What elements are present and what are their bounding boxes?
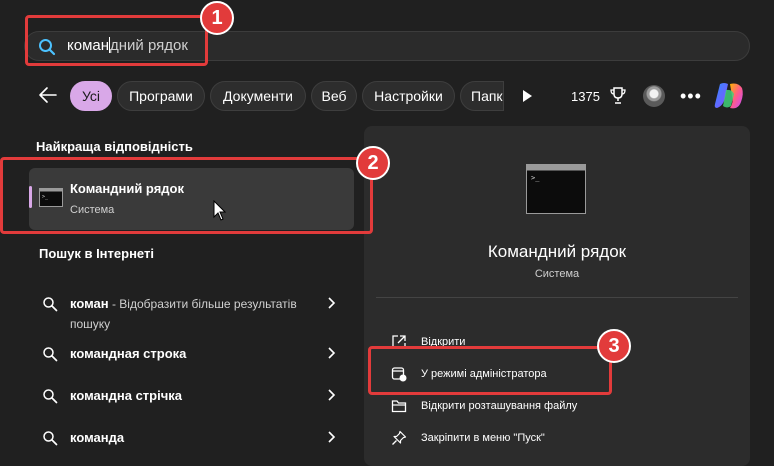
svg-text:>_: >_ [531, 174, 540, 182]
pin-icon [392, 430, 407, 445]
preview-app-name: Командний рядок [487, 242, 627, 261]
command-prompt-large-icon: >_ [526, 164, 586, 214]
web-suggestion-query: команда [70, 430, 125, 445]
step-badge-1: 1 [200, 1, 234, 35]
play-icon[interactable] [520, 89, 534, 103]
chevron-right-icon [328, 389, 336, 401]
back-arrow-icon[interactable] [38, 86, 58, 104]
step-badge-3: 3 [597, 329, 631, 363]
chevron-right-icon [328, 347, 336, 359]
chip-web[interactable]: Веб [311, 81, 357, 111]
action-label: Відкрити розташування файлу [421, 400, 578, 412]
trophy-icon[interactable] [609, 86, 627, 106]
web-suggestion-query: командная строка [70, 346, 187, 361]
divider [376, 297, 738, 298]
web-search-heading: Пошук в Інтернеті [39, 246, 154, 261]
avatar[interactable] [643, 85, 665, 107]
web-suggestion-query: командна стрічка [70, 388, 183, 403]
highlight-box-run-as-admin [368, 346, 612, 395]
search-icon [43, 389, 58, 404]
step-badge-2: 2 [356, 146, 390, 180]
chevron-right-icon [328, 431, 336, 443]
web-suggestion-query: коман [70, 296, 109, 311]
chip-folders[interactable]: Папк [460, 81, 504, 111]
search-icon [43, 431, 58, 446]
search-icon [43, 347, 58, 362]
copilot-icon[interactable] [712, 80, 746, 112]
rewards-points: 1375 [571, 89, 600, 104]
preview-app-subtitle: Система [534, 268, 580, 280]
chip-settings[interactable]: Настройки [362, 81, 455, 111]
folder-icon [391, 400, 407, 413]
chip-all[interactable]: Усі [70, 81, 112, 111]
web-suggestion-text: коман - Відобразити більше результатів п… [70, 294, 310, 334]
highlight-box-search [25, 15, 208, 66]
more-options-icon[interactable]: ••• [680, 86, 702, 107]
search-icon [43, 297, 58, 312]
chevron-right-icon [328, 297, 336, 309]
chip-documents[interactable]: Документи [210, 81, 306, 111]
highlight-box-best-match [0, 157, 373, 234]
best-match-heading: Найкраща відповідність [36, 139, 193, 154]
action-label: Закріпити в меню "Пуск" [421, 432, 545, 444]
chip-apps[interactable]: Програми [117, 81, 205, 111]
